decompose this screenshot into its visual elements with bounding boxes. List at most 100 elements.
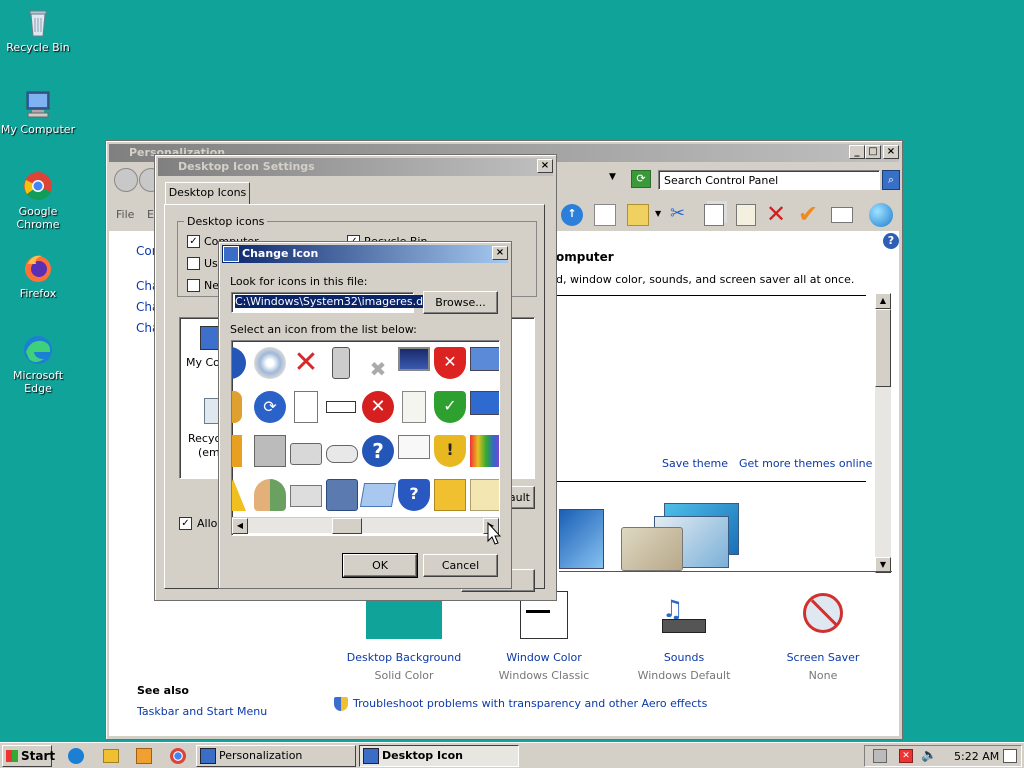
- refresh-icon[interactable]: ⟳: [631, 170, 651, 188]
- blue-shield-icon[interactable]: ?: [398, 479, 430, 511]
- back-button[interactable]: [114, 168, 138, 192]
- notification-icon[interactable]: [1003, 749, 1017, 763]
- sounds-item[interactable]: ♫ Sounds Windows Default: [614, 591, 754, 682]
- file-folder-icon[interactable]: [470, 479, 499, 511]
- edge-icon[interactable]: [68, 748, 84, 764]
- monitor-night-icon[interactable]: [398, 347, 430, 371]
- info-icon[interactable]: [232, 347, 246, 379]
- search-input[interactable]: Search Control Panel: [658, 170, 880, 190]
- troubleshoot-link[interactable]: Troubleshoot problems with transparency …: [353, 697, 707, 710]
- change-icon-titlebar[interactable]: Change Icon: [222, 245, 508, 263]
- printer-icon[interactable]: [290, 443, 322, 465]
- theme-thumbnail[interactable]: [621, 527, 683, 571]
- key-icon[interactable]: [232, 391, 242, 423]
- help-icon[interactable]: ?: [883, 233, 899, 249]
- volume-icon[interactable]: 🔈: [921, 748, 937, 763]
- dvd-icon[interactable]: [254, 347, 286, 379]
- theme-thumbnail[interactable]: [559, 509, 604, 569]
- globe-icon[interactable]: [869, 203, 893, 227]
- sync-icon[interactable]: [359, 483, 397, 507]
- programs-icon[interactable]: [470, 435, 499, 467]
- dropdown-arrow-icon[interactable]: ▼: [655, 209, 661, 218]
- mobile-device-icon[interactable]: [332, 347, 350, 379]
- scroll-left-button[interactable]: ◀: [232, 518, 248, 534]
- devices-icon[interactable]: [254, 435, 286, 467]
- scroll-thumb[interactable]: [332, 518, 362, 534]
- desktop-google-chrome[interactable]: Google Chrome: [0, 170, 76, 231]
- taskbar-item-desktop-icon-settings[interactable]: Desktop Icon Settings: [359, 745, 519, 767]
- green-shield-icon[interactable]: ✓: [434, 391, 466, 423]
- close-button[interactable]: ×: [883, 145, 899, 159]
- screen-saver-item[interactable]: Screen Saver None: [753, 591, 893, 682]
- error-icon[interactable]: ✕: [362, 391, 394, 423]
- desktop-my-computer[interactable]: My Computer: [0, 88, 76, 136]
- restore-icon[interactable]: ⟳: [254, 391, 286, 423]
- minimize-button[interactable]: _: [849, 145, 865, 159]
- tablet-icon[interactable]: [326, 479, 358, 511]
- tab-desktop-icons[interactable]: Desktop Icons: [165, 182, 250, 205]
- action-center-icon[interactable]: ✕: [899, 749, 913, 763]
- gray-x-icon[interactable]: ✖: [362, 355, 394, 387]
- folder-options-icon[interactable]: [627, 204, 649, 226]
- maximize-button[interactable]: □: [865, 145, 881, 159]
- folder-icon[interactable]: [103, 749, 119, 763]
- close-button[interactable]: ×: [537, 159, 553, 173]
- properties-icon[interactable]: [831, 207, 853, 223]
- help-icon[interactable]: ?: [362, 435, 394, 467]
- chrome-icon[interactable]: [170, 748, 186, 764]
- icon-list[interactable]: ✕ ✖ ✕ ⟳ ✕ ✓ ? ! ? ◀ ▶: [231, 340, 500, 536]
- network-computer-icon[interactable]: [470, 347, 499, 371]
- desktop-microsoft-edge[interactable]: Microsoft Edge: [0, 334, 76, 395]
- users-icon[interactable]: [254, 479, 286, 511]
- desktop-background-item[interactable]: Desktop Background Solid Color: [334, 591, 474, 682]
- more-themes-link[interactable]: Get more themes online: [739, 457, 872, 470]
- icon-list-scrollbar[interactable]: ◀ ▶: [232, 517, 499, 534]
- themes-scrollbar[interactable]: ▲ ▼: [875, 293, 891, 573]
- notepad-icon[interactable]: [402, 391, 426, 423]
- computer-checkbox[interactable]: ✓: [187, 235, 200, 248]
- network-drive-icon[interactable]: [326, 401, 356, 413]
- taskbar-item-personalization[interactable]: Personalization: [196, 745, 356, 767]
- scroll-up-button[interactable]: ▲: [875, 293, 891, 309]
- drive-icon[interactable]: [326, 445, 358, 463]
- start-button[interactable]: Start: [2, 745, 55, 767]
- menu-file[interactable]: File: [116, 208, 134, 221]
- clock[interactable]: 5:22 AM: [954, 750, 999, 763]
- warning-shield-icon[interactable]: !: [434, 435, 466, 467]
- close-button[interactable]: ×: [492, 246, 508, 260]
- search-icon[interactable]: ⌕: [882, 170, 900, 190]
- browse-button[interactable]: Browse...: [423, 291, 498, 314]
- projector-icon[interactable]: [398, 435, 430, 459]
- dialog-titlebar[interactable]: Desktop Icon Settings: [158, 158, 553, 176]
- desktop-recycle-bin[interactable]: Recycle Bin: [0, 6, 76, 54]
- display-icon[interactable]: [470, 391, 499, 415]
- allow-themes-checkbox[interactable]: ✓: [179, 517, 192, 530]
- save-theme-link[interactable]: Save theme: [662, 457, 728, 470]
- network-checkbox[interactable]: [187, 279, 200, 292]
- music-folder-icon[interactable]: [434, 479, 466, 511]
- paste-icon[interactable]: [736, 204, 756, 226]
- file-path-input[interactable]: C:\Windows\System32\imageres.dll: [231, 292, 430, 313]
- taskbar-start-menu-link[interactable]: Taskbar and Start Menu: [137, 705, 267, 718]
- desktop-firefox[interactable]: Firefox: [0, 252, 76, 300]
- media-player-icon[interactable]: [136, 748, 152, 764]
- window-color-item[interactable]: Window Color Windows Classic: [474, 591, 614, 682]
- copy-icon[interactable]: [704, 204, 724, 226]
- scroll-thumb[interactable]: [875, 309, 891, 387]
- cut-icon[interactable]: ✂: [670, 203, 685, 224]
- user-files-checkbox[interactable]: [187, 257, 200, 270]
- menu-edit[interactable]: E: [147, 208, 154, 221]
- chevron-down-icon[interactable]: ▼: [609, 172, 623, 186]
- pane-icon[interactable]: [594, 204, 616, 226]
- checkmark-icon[interactable]: ✔: [798, 200, 818, 228]
- network-icon[interactable]: [873, 749, 887, 763]
- cancel-button[interactable]: Cancel: [423, 554, 498, 577]
- ok-button[interactable]: OK: [342, 553, 418, 578]
- document-icon[interactable]: [294, 391, 318, 423]
- up-arrow-icon[interactable]: ↑: [561, 204, 583, 226]
- delete-icon[interactable]: ✕: [766, 200, 786, 228]
- red-x-icon[interactable]: ✕: [290, 347, 322, 379]
- folder-icon[interactable]: [232, 435, 242, 467]
- scanner-icon[interactable]: [290, 485, 322, 507]
- warning-icon[interactable]: [232, 479, 246, 511]
